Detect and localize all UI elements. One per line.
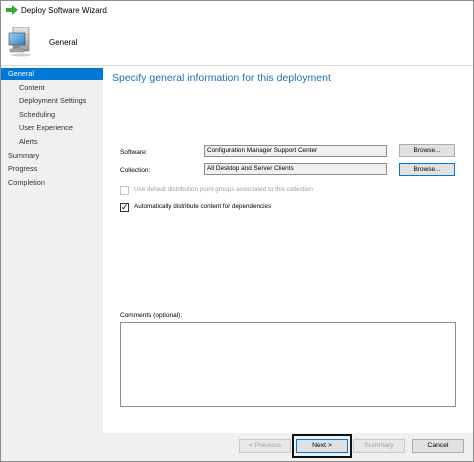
cancel-button[interactable]: Cancel bbox=[412, 439, 464, 453]
software-label: Software: bbox=[120, 149, 148, 156]
nav-item-user-experience[interactable]: User Experience bbox=[1, 122, 103, 134]
software-browse-button[interactable]: Browse... bbox=[399, 144, 455, 157]
wizard-window: Deploy Software Wizard General General C… bbox=[0, 0, 474, 462]
green-arrow-icon bbox=[6, 5, 18, 15]
page-title: General bbox=[49, 38, 78, 47]
nav-item-progress[interactable]: Progress bbox=[1, 163, 103, 175]
next-button[interactable]: Next > bbox=[296, 439, 348, 453]
default-dp-groups-label: Use default distribution point groups as… bbox=[134, 186, 313, 193]
wizard-header: General bbox=[1, 20, 473, 66]
checkmark-icon: ✓ bbox=[121, 202, 129, 212]
nav-item-general[interactable]: General bbox=[1, 68, 103, 80]
collection-field: All Desktop and Server Clients bbox=[204, 163, 387, 175]
window-title: Deploy Software Wizard bbox=[21, 6, 107, 15]
summary-button[interactable]: Summary bbox=[353, 439, 405, 453]
collection-label: Collection: bbox=[120, 167, 151, 174]
software-field: Configuration Manager Support Center bbox=[204, 145, 387, 157]
wizard-footer: < Previous Next > Summary Cancel bbox=[103, 433, 473, 461]
nav-item-scheduling[interactable]: Scheduling bbox=[1, 109, 103, 121]
auto-distribute-checkbox[interactable]: ✓ bbox=[120, 202, 129, 212]
auto-distribute-label: Automatically distribute content for dep… bbox=[134, 203, 272, 210]
nav-item-alerts[interactable]: Alerts bbox=[1, 136, 103, 148]
comments-label: Comments (optional): bbox=[120, 312, 183, 319]
main-panel: Specify general information for this dep… bbox=[103, 67, 473, 433]
main-heading: Specify general information for this dep… bbox=[112, 72, 331, 84]
collection-browse-button[interactable]: Browse... bbox=[399, 163, 455, 176]
previous-button[interactable]: < Previous bbox=[239, 439, 291, 453]
nav-item-deployment-settings[interactable]: Deployment Settings bbox=[1, 95, 103, 107]
nav-item-completion[interactable]: Completion bbox=[1, 177, 103, 189]
wizard-nav: General Content Deployment Settings Sche… bbox=[1, 67, 103, 461]
nav-item-summary[interactable]: Summary bbox=[1, 150, 103, 162]
title-bar: Deploy Software Wizard bbox=[1, 1, 473, 20]
nav-item-content[interactable]: Content bbox=[1, 82, 103, 94]
comments-textarea[interactable] bbox=[120, 322, 456, 407]
computer-icon bbox=[8, 27, 31, 57]
default-dp-groups-checkbox[interactable] bbox=[120, 186, 129, 195]
